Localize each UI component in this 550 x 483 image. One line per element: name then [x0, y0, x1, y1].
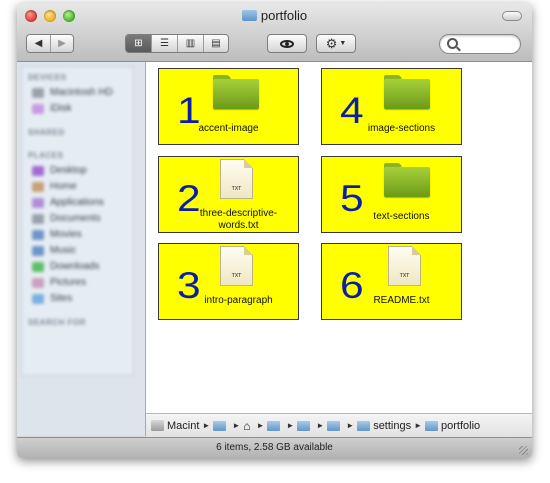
forward-button[interactable]: ▶ [51, 35, 73, 52]
folder-icon [241, 10, 257, 21]
folder-icon [425, 420, 439, 431]
eye-icon [280, 39, 294, 48]
item-label: README.txt [373, 295, 430, 306]
item-tile[interactable]: 6 TXT README.txt [321, 243, 462, 320]
path-separator-icon: ► [346, 421, 355, 430]
chevron-right-icon: ▶ [58, 38, 66, 49]
folder-icon [384, 163, 430, 197]
path-segment-settings[interactable]: settings [373, 420, 411, 432]
folder-icon[interactable] [297, 420, 311, 431]
text-file-icon: TXT [220, 159, 253, 199]
item-tile[interactable]: 4 image-sections [321, 68, 462, 145]
status-bar: 6 items, 2.58 GB available [17, 437, 532, 458]
sidebar-blurred-list: DEVICES Macintosh HD iDisk SHARED PLACES… [21, 66, 134, 376]
column-view-icon: ▥ [185, 38, 196, 49]
path-segment[interactable]: Macint [167, 420, 199, 432]
item-label: image-sections [367, 123, 436, 134]
folder-icon[interactable] [327, 420, 341, 431]
search-field[interactable] [439, 34, 521, 54]
view-mode-control: ⊞ ☰ ▥ ▤ [125, 34, 229, 53]
folder-icon[interactable] [267, 420, 281, 431]
item-tile[interactable]: 1 accent-image [158, 68, 299, 145]
item-tile[interactable]: 3 TXT intro-paragraph [158, 243, 299, 320]
cover-flow-button[interactable]: ▤ [204, 35, 228, 52]
sidebar: DEVICES Macintosh HD iDisk SHARED PLACES… [17, 62, 146, 436]
path-separator-icon: ► [414, 421, 423, 430]
path-segment-portfolio[interactable]: portfolio [441, 420, 480, 432]
path-separator-icon: ► [202, 421, 211, 430]
item-label: text-sections [373, 211, 430, 222]
quick-look-button[interactable] [267, 34, 307, 53]
title-bar[interactable]: portfolio ◀ ▶ ⊞ ☰ ▥ ▤ ⚙ ▼ [17, 3, 532, 62]
toolbar-toggle-button[interactable] [502, 11, 522, 21]
folder-icon [213, 75, 259, 109]
folder-icon [357, 420, 371, 431]
list-view-icon: ☰ [160, 38, 169, 49]
text-file-icon: TXT [388, 246, 421, 286]
gear-icon: ⚙ [325, 35, 338, 51]
chevron-left-icon: ◀ [34, 38, 43, 49]
status-text: 6 items, 2.58 GB available [216, 442, 333, 453]
item-label: intro-paragraph [204, 295, 273, 306]
hard-disk-icon [151, 420, 164, 431]
resize-grip-icon[interactable] [519, 446, 528, 455]
item-label: accent-image [198, 123, 259, 134]
icon-view-button[interactable]: ⊞ [126, 35, 152, 52]
path-separator-icon: ► [286, 421, 295, 430]
folder-icon [384, 75, 430, 109]
user-folder-icon[interactable] [213, 420, 227, 431]
item-tile[interactable]: 2 TXT three-descriptive-words.txt [158, 156, 299, 233]
column-view-button[interactable]: ▥ [178, 35, 204, 52]
window-title-text: portfolio [260, 8, 308, 23]
icon-view-area: 1 accent-image 4 image-sections 2 TXT th… [146, 62, 532, 413]
chevron-down-icon: ▼ [339, 40, 347, 47]
back-forward-control: ◀ ▶ [26, 34, 74, 53]
window-title: portfolio [17, 8, 532, 23]
search-input[interactable] [462, 37, 520, 51]
icon-view-icon: ⊞ [134, 38, 143, 49]
search-icon [447, 38, 458, 49]
action-menu-button[interactable]: ⚙ ▼ [316, 34, 356, 53]
item-tile[interactable]: 5 text-sections [321, 156, 462, 233]
back-button[interactable]: ◀ [27, 35, 51, 52]
finder-window: portfolio ◀ ▶ ⊞ ☰ ▥ ▤ ⚙ ▼ DEVICES Macinto… [17, 3, 532, 458]
cover-flow-icon: ▤ [211, 38, 221, 49]
list-view-button[interactable]: ☰ [152, 35, 178, 52]
path-bar: Macint ► ► ⌂ ► ► ► ► settings ► portfoli… [146, 413, 532, 437]
home-icon[interactable]: ⌂ [243, 419, 250, 433]
path-separator-icon: ► [256, 421, 265, 430]
path-separator-icon: ► [232, 421, 241, 430]
path-separator-icon: ► [316, 421, 325, 430]
text-file-icon: TXT [220, 246, 253, 286]
item-label: three-descriptive-words.txt [199, 208, 278, 231]
